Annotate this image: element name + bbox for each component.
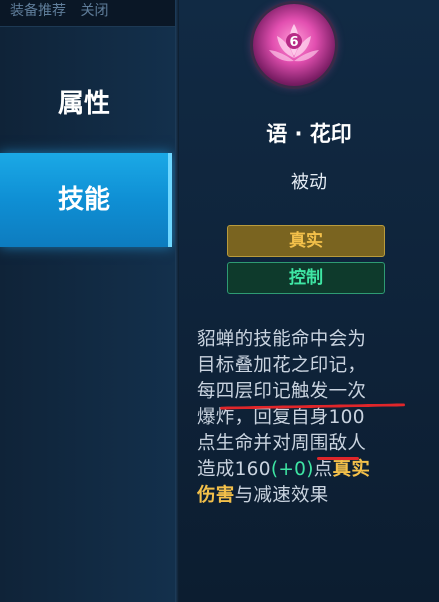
lotus-emblem-icon: 6: [253, 4, 335, 86]
sidebar-item-label: 属性: [57, 89, 110, 119]
tag-true-damage: 真实: [227, 225, 385, 257]
description-text: 每四层印记触发一次: [197, 381, 367, 402]
description-line: 伤害与减速效果: [197, 483, 417, 509]
description-line: 目标叠加花之印记，: [197, 353, 417, 379]
sidebar-item-skills[interactable]: 技能: [0, 153, 172, 247]
description-text: 真实: [332, 459, 371, 480]
description-text: 造成160: [197, 459, 271, 480]
sidebar: 装备推荐 关闭 属性 技能: [0, 0, 175, 602]
description-line: 每四层印记触发一次: [197, 379, 417, 405]
skill-detail-panel: [179, 0, 439, 602]
tag-control: 控制: [227, 262, 385, 294]
description-line: 造成160(+0)点真实: [197, 457, 417, 483]
tab-close[interactable]: 关闭: [70, 0, 108, 22]
sidebar-item-label: 技能: [57, 185, 110, 215]
skill-type: 被动: [291, 172, 327, 193]
icon-badge-number: 6: [289, 35, 298, 50]
description-text: 爆炸，回复自身100: [197, 407, 365, 428]
description-text: 目标叠加花之印记，: [197, 355, 367, 376]
description-text: 貂蝉的技能命中会为: [197, 329, 367, 350]
description-text: 与减速效果: [234, 485, 329, 506]
description-line: 点生命并对周围敌人: [197, 431, 417, 457]
skill-description: 貂蝉的技能命中会为 目标叠加花之印记， 每四层印记触发一次 爆炸，回复自身100 点生命…: [197, 327, 417, 509]
tab-equipment[interactable]: 装备推荐: [0, 0, 66, 22]
skill-name: 语 · 花印: [266, 122, 352, 146]
description-text: (+0): [270, 459, 314, 480]
annotation-underline: [317, 457, 359, 460]
description-text: 伤害: [197, 485, 235, 506]
description-text: 点: [313, 459, 333, 480]
sidebar-item-attributes[interactable]: 属性: [0, 71, 168, 137]
description-line: 貂蝉的技能命中会为: [197, 327, 417, 353]
description-text: 点生命并对周围敌人: [197, 433, 367, 454]
top-tabs: 装备推荐 关闭: [0, 0, 175, 27]
